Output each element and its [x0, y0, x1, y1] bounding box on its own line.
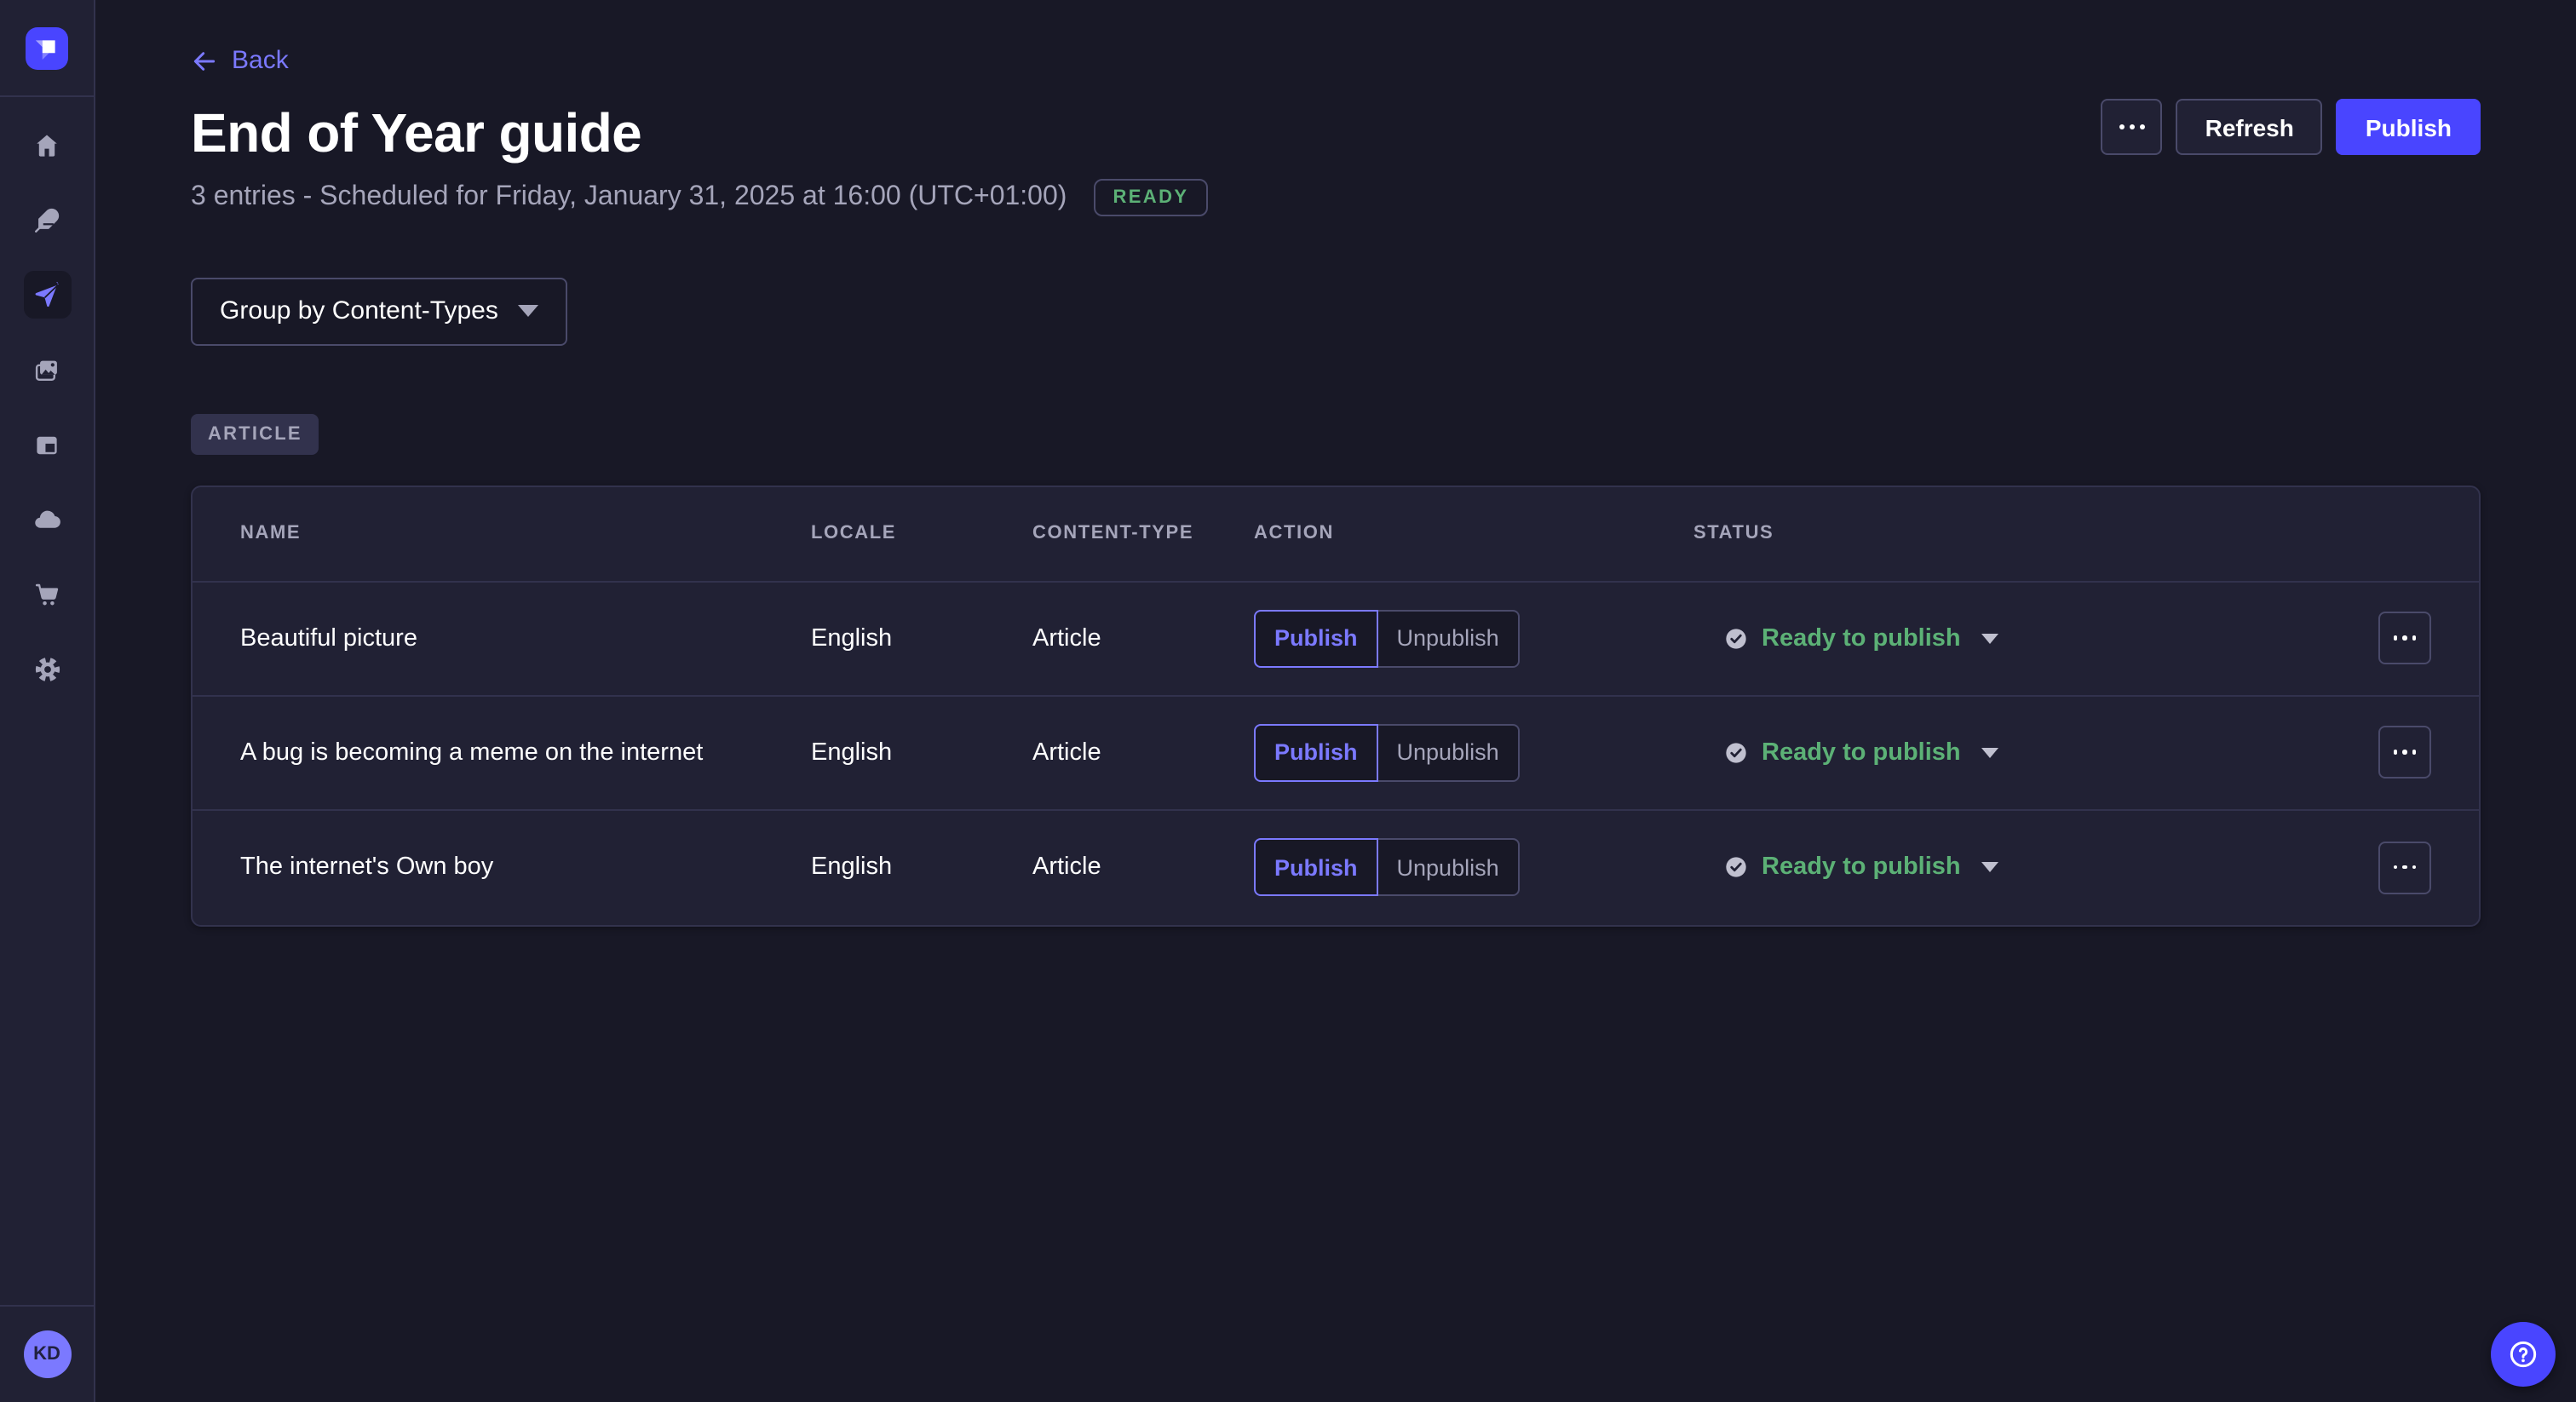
entry-locale: English [811, 738, 1032, 766]
status-badge: READY [1094, 178, 1207, 215]
entry-locale: English [811, 624, 1032, 652]
content-type-group-badge: ARTICLE [191, 413, 319, 454]
refresh-button[interactable]: Refresh [2176, 99, 2323, 155]
chevron-down-icon [518, 305, 538, 317]
table-row: The internet's Own boy English Article P… [193, 810, 2479, 924]
check-circle-icon [1724, 626, 1748, 650]
status-label: Ready to publish [1762, 853, 1961, 881]
sidebar-item-content-manager[interactable] [23, 196, 71, 244]
sidebar: KD [0, 0, 95, 1402]
cart-icon [32, 579, 62, 610]
images-icon [32, 355, 61, 384]
entry-status[interactable]: Ready to publish [1693, 853, 2353, 881]
entry-status[interactable]: Ready to publish [1693, 738, 2353, 766]
back-link[interactable]: Back [191, 46, 289, 75]
back-label: Back [232, 46, 289, 75]
chevron-down-icon [1981, 862, 1998, 872]
status-label: Ready to publish [1762, 738, 1961, 766]
publish-toggle-button[interactable]: Publish [1254, 723, 1378, 781]
check-circle-icon [1724, 740, 1748, 764]
publish-button[interactable]: Publish [2337, 99, 2481, 155]
main-content: Back End of Year guide 3 entries - Sched… [95, 0, 2576, 1402]
ellipsis-icon [2119, 124, 2145, 129]
publish-toggle-button[interactable]: Publish [1254, 838, 1378, 896]
arrow-left-icon [191, 47, 218, 74]
app-root: KD Back End of Year guide 3 entries - Sc… [0, 0, 2576, 1402]
more-button[interactable] [2102, 99, 2163, 155]
group-by-label: Group by Content-Types [220, 296, 498, 325]
subtitle-row: 3 entries - Scheduled for Friday, Januar… [191, 178, 2481, 215]
sidebar-item-home[interactable] [23, 121, 71, 169]
entries-table: NAME LOCALE CONTENT-TYPE ACTION STATUS B… [191, 485, 2481, 926]
gear-icon [32, 654, 62, 685]
chevron-down-icon [1981, 633, 1998, 643]
row-more-button[interactable] [2378, 612, 2431, 664]
ellipsis-icon [2393, 750, 2417, 754]
home-icon [32, 130, 61, 159]
header-actions: Refresh Publish [2102, 99, 2481, 155]
column-header-status: STATUS [1693, 523, 2353, 543]
row-actions [2378, 612, 2431, 664]
chevron-down-icon [1981, 747, 1998, 757]
check-circle-icon [1724, 855, 1748, 879]
paper-plane-icon [32, 280, 61, 309]
sidebar-item-cloud[interactable] [23, 496, 71, 543]
unpublish-toggle-button[interactable]: Unpublish [1378, 723, 1520, 781]
unpublish-toggle-button[interactable]: Unpublish [1378, 609, 1520, 667]
question-circle-icon [2506, 1337, 2540, 1371]
ellipsis-icon [2393, 865, 2417, 869]
strapi-logo [26, 26, 68, 69]
entry-content-type: Article [1032, 853, 1254, 881]
entry-name: A bug is becoming a meme on the internet [240, 738, 811, 766]
sidebar-item-media-library[interactable] [23, 346, 71, 394]
sidebar-item-content-type-builder[interactable] [23, 421, 71, 468]
row-more-button[interactable] [2378, 841, 2431, 893]
column-header-name: NAME [240, 523, 811, 543]
avatar[interactable]: KD [23, 1330, 71, 1378]
action-toggle: Publish Unpublish [1254, 723, 1693, 781]
sidebar-item-settings[interactable] [23, 646, 71, 693]
logo-container[interactable] [0, 0, 94, 97]
sidebar-item-releases[interactable] [23, 271, 71, 319]
row-actions [2378, 841, 2431, 893]
action-toggle: Publish Unpublish [1254, 609, 1693, 667]
ellipsis-icon [2393, 635, 2417, 640]
row-actions [2378, 726, 2431, 779]
entry-content-type: Article [1032, 738, 1254, 766]
publish-toggle-button[interactable]: Publish [1254, 609, 1378, 667]
entry-name: The internet's Own boy [240, 853, 811, 881]
release-subtitle: 3 entries - Scheduled for Friday, Januar… [191, 181, 1067, 212]
layout-icon [32, 430, 61, 459]
entry-name: Beautiful picture [240, 624, 811, 652]
status-label: Ready to publish [1762, 624, 1961, 652]
action-toggle: Publish Unpublish [1254, 838, 1693, 896]
strapi-logo-icon [29, 30, 65, 66]
feather-icon [32, 205, 61, 234]
entry-content-type: Article [1032, 624, 1254, 652]
row-more-button[interactable] [2378, 726, 2431, 779]
column-header-locale: LOCALE [811, 523, 1032, 543]
sidebar-nav [0, 97, 94, 693]
column-header-action: ACTION [1254, 523, 1693, 543]
entry-locale: English [811, 853, 1032, 881]
table-header: NAME LOCALE CONTENT-TYPE ACTION STATUS [193, 486, 2479, 582]
unpublish-toggle-button[interactable]: Unpublish [1378, 838, 1520, 896]
table-row: A bug is becoming a meme on the internet… [193, 696, 2479, 810]
sidebar-footer: KD [0, 1305, 94, 1402]
entry-status[interactable]: Ready to publish [1693, 624, 2353, 652]
sidebar-item-marketplace[interactable] [23, 571, 71, 618]
column-header-content-type: CONTENT-TYPE [1032, 523, 1254, 543]
help-button[interactable] [2491, 1322, 2556, 1387]
table-row: Beautiful picture English Article Publis… [193, 582, 2479, 696]
cloud-icon [32, 504, 62, 535]
group-by-select[interactable]: Group by Content-Types [191, 277, 567, 345]
